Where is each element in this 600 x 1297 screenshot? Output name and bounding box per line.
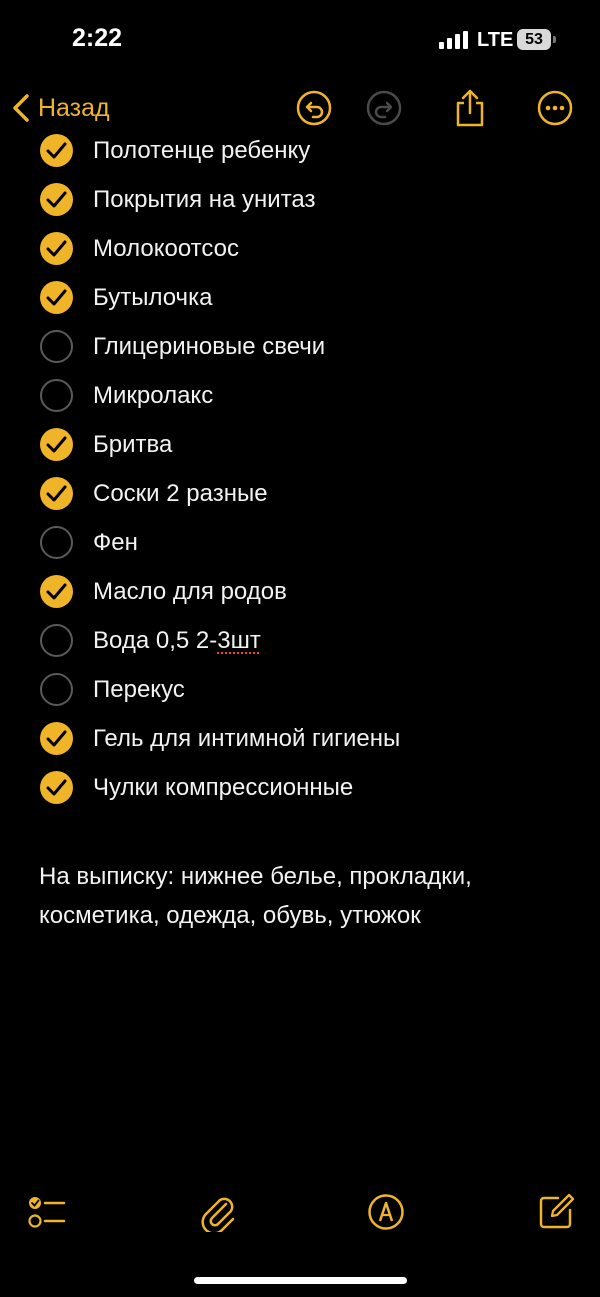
checklist-item-label[interactable]: Микролакс xyxy=(93,382,213,410)
misspelled-word[interactable]: 3шт xyxy=(217,627,261,654)
checklist-item[interactable]: Бритва xyxy=(0,420,600,469)
checklist-item[interactable]: Масло для родов xyxy=(0,567,600,616)
status-time: 2:22 xyxy=(72,24,123,52)
more-icon xyxy=(537,90,573,126)
unchecked-circle-icon[interactable] xyxy=(40,624,73,657)
checklist-item-label[interactable]: Бутылочка xyxy=(93,284,212,312)
back-button[interactable]: Назад xyxy=(12,86,110,130)
compose-icon xyxy=(539,1193,575,1229)
checked-circle-icon[interactable] xyxy=(40,134,73,167)
checklist-item-label[interactable]: Полотенце ребенку xyxy=(93,137,310,165)
checklist-item[interactable]: Соски 2 разные xyxy=(0,469,600,518)
attachment-button[interactable] xyxy=(193,1187,243,1237)
checklist-item-label-text: Вода 0,5 2- xyxy=(93,626,218,654)
checklist-item[interactable]: Молокоотсос xyxy=(0,224,600,273)
home-indicator[interactable] xyxy=(194,1277,407,1284)
checklist-item[interactable]: Микролакс xyxy=(0,371,600,420)
checked-circle-icon[interactable] xyxy=(40,575,73,608)
checklist-item[interactable]: Вода 0,5 2-3шт xyxy=(0,616,600,665)
checked-circle-icon[interactable] xyxy=(40,428,73,461)
checklist-item-label[interactable]: Покрытия на унитаз xyxy=(93,186,316,214)
checklist-item-label[interactable]: Чулки компрессионные xyxy=(93,774,353,802)
more-button[interactable] xyxy=(531,84,579,132)
bottom-toolbar xyxy=(0,1187,600,1237)
redo-icon xyxy=(366,90,402,126)
checked-circle-icon[interactable] xyxy=(40,722,73,755)
checklist-item[interactable]: Перекус xyxy=(0,665,600,714)
checked-circle-icon[interactable] xyxy=(40,281,73,314)
checklist-item[interactable]: Покрытия на унитаз xyxy=(0,175,600,224)
battery-icon: 53 xyxy=(517,29,551,50)
checklist-item[interactable]: Бутылочка xyxy=(0,273,600,322)
network-type: LTE xyxy=(477,29,514,51)
redo-button[interactable] xyxy=(360,84,408,132)
checklist-item-label[interactable]: Вода 0,5 2-3шт xyxy=(93,627,261,655)
markup-icon xyxy=(368,1194,404,1230)
unchecked-circle-icon[interactable] xyxy=(40,526,73,559)
chevron-left-icon xyxy=(13,94,29,122)
checklist-item[interactable]: Гель для интимной гигиены xyxy=(0,714,600,763)
checklist-icon xyxy=(28,1197,66,1228)
checked-circle-icon[interactable] xyxy=(40,183,73,216)
attachment-icon xyxy=(201,1197,235,1232)
note-paragraph[interactable]: На выписку: нижнее белье, прокладки, кос… xyxy=(39,857,569,935)
undo-button[interactable] xyxy=(290,84,338,132)
battery-tip xyxy=(553,36,556,43)
checklist-item-label[interactable]: Гель для интимной гигиены xyxy=(93,725,400,753)
undo-icon xyxy=(296,90,332,126)
share-button[interactable] xyxy=(446,84,494,132)
cellular-signal-icon xyxy=(439,31,468,49)
checklist-item[interactable]: Полотенце ребенку xyxy=(0,126,600,175)
checklist-item-label[interactable]: Соски 2 разные xyxy=(93,480,268,508)
back-label: Назад xyxy=(38,93,110,122)
checklist-item-label[interactable]: Молокоотсос xyxy=(93,235,239,263)
checklist-item[interactable]: Фен xyxy=(0,518,600,567)
checklist-item-label[interactable]: Глицериновые свечи xyxy=(93,333,325,361)
checklist-item-label[interactable]: Масло для родов xyxy=(93,578,287,606)
compose-button[interactable] xyxy=(531,1187,581,1237)
status-bar: 2:22 LTE 53 xyxy=(0,0,600,80)
checklist-button[interactable] xyxy=(22,1187,72,1237)
unchecked-circle-icon[interactable] xyxy=(40,379,73,412)
share-icon xyxy=(456,89,484,127)
checklist-item[interactable]: Глицериновые свечи xyxy=(0,322,600,371)
unchecked-circle-icon[interactable] xyxy=(40,330,73,363)
checklist-item-label[interactable]: Перекус xyxy=(93,676,185,704)
unchecked-circle-icon[interactable] xyxy=(40,673,73,706)
checked-circle-icon[interactable] xyxy=(40,771,73,804)
checklist-item[interactable]: Чулки компрессионные xyxy=(0,763,600,812)
checklist-item-label[interactable]: Фен xyxy=(93,529,138,557)
checked-circle-icon[interactable] xyxy=(40,232,73,265)
markup-button[interactable] xyxy=(361,1187,411,1237)
checked-circle-icon[interactable] xyxy=(40,477,73,510)
checklist-item-label[interactable]: Бритва xyxy=(93,431,172,459)
